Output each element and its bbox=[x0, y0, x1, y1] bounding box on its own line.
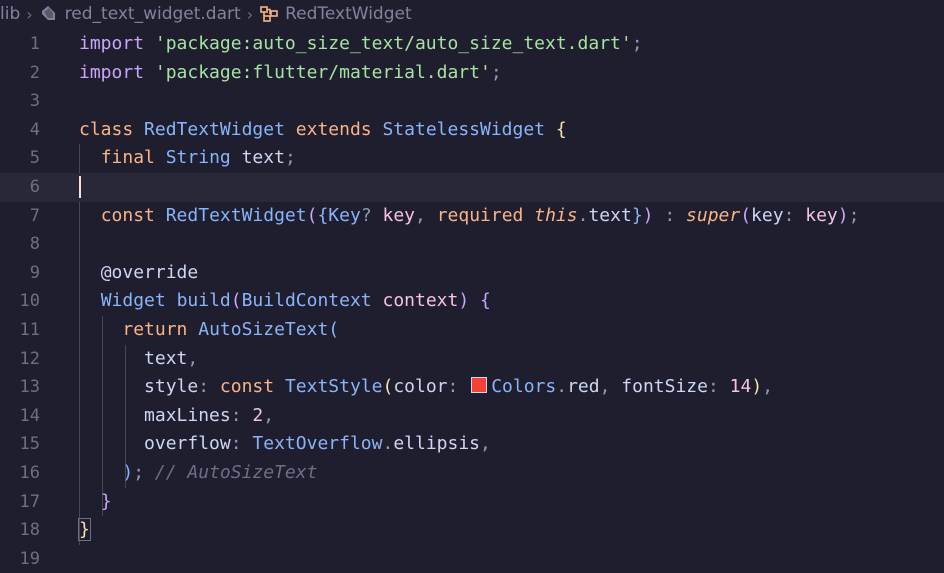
code-line[interactable]: 3 bbox=[0, 87, 944, 116]
line-number: 18 bbox=[19, 520, 40, 541]
line-number: 2 bbox=[29, 62, 40, 83]
line-content: const RedTextWidget({Key? key, required … bbox=[100, 204, 860, 226]
code-line[interactable]: 13 style: const TextStyle(color: Colors.… bbox=[0, 373, 944, 402]
code-line[interactable]: 8 bbox=[0, 230, 944, 259]
line-number: 3 bbox=[29, 91, 40, 112]
line-number: 11 bbox=[19, 320, 40, 340]
code-line[interactable]: 19 bbox=[0, 545, 944, 573]
code-line[interactable]: 10 Widget build(BuildContext context) { bbox=[0, 287, 944, 316]
line-content: final String text; bbox=[100, 147, 296, 169]
code-line[interactable]: 1 import 'package:auto_size_text/auto_si… bbox=[0, 30, 944, 59]
chevron-right-icon: › bbox=[246, 4, 254, 24]
line-number: 12 bbox=[19, 348, 40, 369]
breadcrumb: lib › red_text_widget.dart › RedTextWidg… bbox=[0, 0, 944, 28]
line-number: 10 bbox=[19, 291, 40, 312]
line-content: text, bbox=[144, 347, 199, 369]
breadcrumb-symbol[interactable]: RedTextWidget bbox=[285, 4, 412, 24]
line-number: 17 bbox=[19, 491, 40, 512]
code-editor[interactable]: 1 import 'package:auto_size_text/auto_si… bbox=[0, 30, 944, 569]
line-number: 8 bbox=[29, 234, 40, 255]
code-line[interactable]: 9 @override bbox=[0, 259, 944, 288]
code-line[interactable]: 14 maxLines: 2, bbox=[0, 402, 944, 431]
line-number: 15 bbox=[19, 434, 40, 455]
breadcrumb-folder[interactable]: lib bbox=[0, 4, 20, 24]
line-number: 14 bbox=[19, 405, 40, 426]
line-content: style: const TextStyle(color: Colors.red… bbox=[144, 376, 774, 398]
line-number: 19 bbox=[19, 548, 40, 569]
line-content: class RedTextWidget extends StatelessWid… bbox=[79, 118, 567, 140]
line-number: 16 bbox=[19, 463, 40, 483]
code-line[interactable]: 16 ); // AutoSizeText bbox=[0, 459, 944, 488]
code-line[interactable]: 18 } bbox=[0, 516, 944, 545]
class-symbol-icon bbox=[259, 5, 279, 23]
dart-file-icon bbox=[39, 5, 57, 23]
code-line[interactable]: 5 final String text; bbox=[0, 144, 944, 173]
code-line[interactable]: 2 import 'package:flutter/material.dart'… bbox=[0, 59, 944, 88]
code-line[interactable]: 17 } bbox=[0, 488, 944, 517]
line-number: 6 bbox=[29, 177, 40, 197]
line-number: 7 bbox=[29, 205, 40, 226]
line-content: ); // AutoSizeText bbox=[122, 462, 318, 483]
line-content: return AutoSizeText( bbox=[122, 319, 340, 340]
line-content: maxLines: 2, bbox=[144, 404, 275, 426]
line-number: 13 bbox=[19, 377, 40, 398]
line-content: @override bbox=[100, 261, 199, 283]
line-content: } bbox=[100, 490, 112, 512]
code-line[interactable]: 4 class RedTextWidget extends StatelessW… bbox=[0, 116, 944, 145]
code-line[interactable]: 7 const RedTextWidget({Key? key, require… bbox=[0, 202, 944, 231]
line-content: overflow: TextOverflow.ellipsis, bbox=[144, 433, 491, 455]
code-line[interactable]: 12 text, bbox=[0, 345, 944, 374]
code-line[interactable]: 11 return AutoSizeText( bbox=[0, 316, 944, 345]
line-content: } bbox=[78, 518, 91, 542]
code-line[interactable]: 15 overflow: TextOverflow.ellipsis, bbox=[0, 430, 944, 459]
line-number: 5 bbox=[29, 148, 40, 169]
line-content: import 'package:auto_size_text/auto_size… bbox=[79, 33, 643, 54]
line-number: 4 bbox=[29, 119, 40, 140]
code-line-current[interactable]: 6 bbox=[0, 173, 944, 202]
breadcrumb-file[interactable]: red_text_widget.dart bbox=[65, 4, 241, 24]
line-content: import 'package:flutter/material.dart'; bbox=[79, 61, 502, 83]
text-cursor bbox=[79, 176, 81, 198]
line-number: 1 bbox=[29, 34, 40, 54]
line-number: 9 bbox=[29, 262, 40, 283]
color-swatch[interactable] bbox=[471, 377, 488, 394]
line-content: Widget build(BuildContext context) { bbox=[100, 290, 491, 312]
chevron-right-icon: › bbox=[26, 4, 33, 24]
